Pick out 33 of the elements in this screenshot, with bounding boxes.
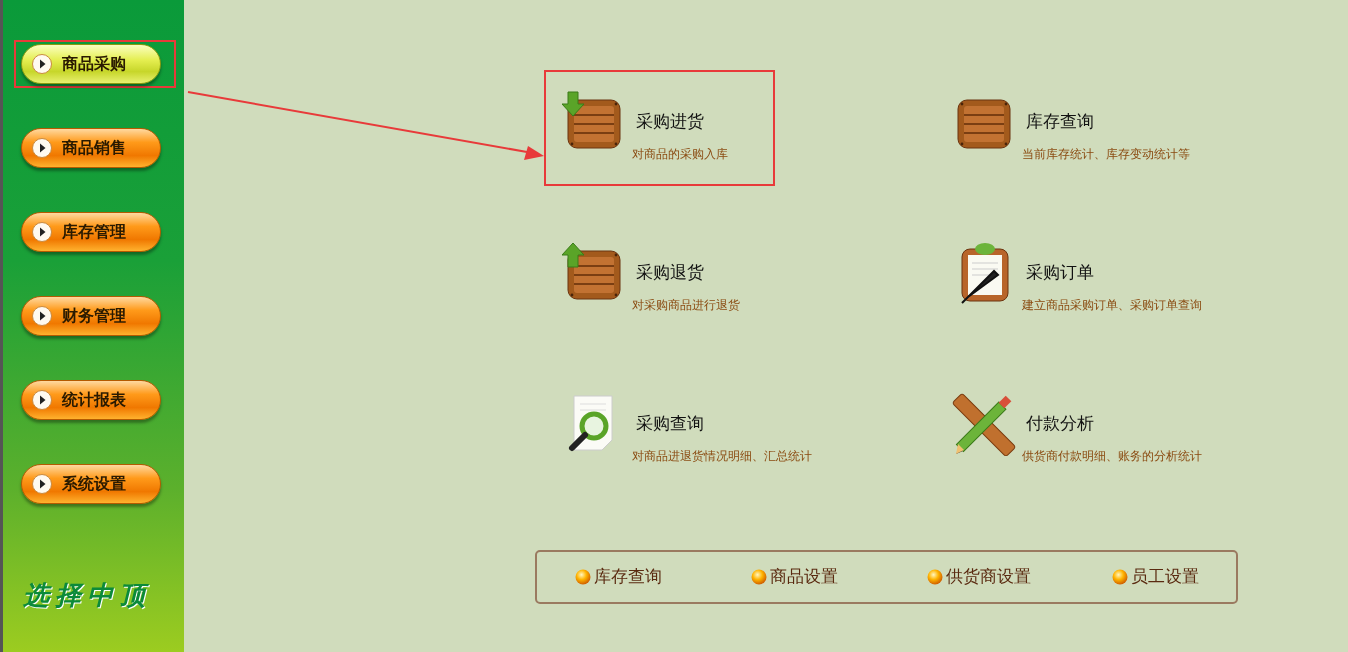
tile-title[interactable]: 付款分析: [1026, 411, 1094, 437]
tile-description: 供货商付款明细、账务的分析统计: [1022, 448, 1202, 465]
slogan-text: 选择中顶: [22, 579, 152, 612]
tile-description: 建立商品采购订单、采购订单查询: [1022, 297, 1202, 314]
quick-link[interactable]: 商品设置: [751, 564, 927, 590]
play-icon: [32, 390, 52, 410]
play-icon: [32, 306, 52, 326]
play-icon: [32, 54, 52, 74]
play-icon: [32, 474, 52, 494]
quick-link[interactable]: 员工设置: [1112, 564, 1199, 590]
tile-title[interactable]: 采购进货: [636, 109, 704, 135]
play-icon: [32, 222, 52, 242]
quick-link[interactable]: 供货商设置: [927, 564, 1112, 590]
tile-description: 对采购商品进行退货: [632, 297, 740, 314]
tile-title[interactable]: 采购查询: [636, 411, 704, 437]
sidebar-button[interactable]: 库存管理: [21, 212, 161, 252]
sidebar-button[interactable]: 商品销售: [21, 128, 161, 168]
tile-title[interactable]: 库存查询: [1026, 109, 1094, 135]
tile-description: 当前库存统计、库存变动统计等: [1022, 146, 1190, 163]
tile-title[interactable]: 采购退货: [636, 260, 704, 286]
play-icon: [32, 138, 52, 158]
bullet-icon: [751, 569, 767, 585]
bullet-icon: [1112, 569, 1128, 585]
bullet-icon: [575, 569, 591, 585]
tile-title[interactable]: 采购订单: [1026, 260, 1094, 286]
tile-description: 对商品的采购入库: [632, 146, 728, 163]
quick-link[interactable]: 库存查询: [575, 564, 751, 590]
bullet-icon: [927, 569, 943, 585]
sidebar-button[interactable]: 系统设置: [21, 464, 161, 504]
tile-description: 对商品进退货情况明细、汇总统计: [632, 448, 812, 465]
sidebar-button[interactable]: 统计报表: [21, 380, 161, 420]
sidebar-button[interactable]: 财务管理: [21, 296, 161, 336]
sidebar-button[interactable]: 商品采购: [21, 44, 161, 84]
